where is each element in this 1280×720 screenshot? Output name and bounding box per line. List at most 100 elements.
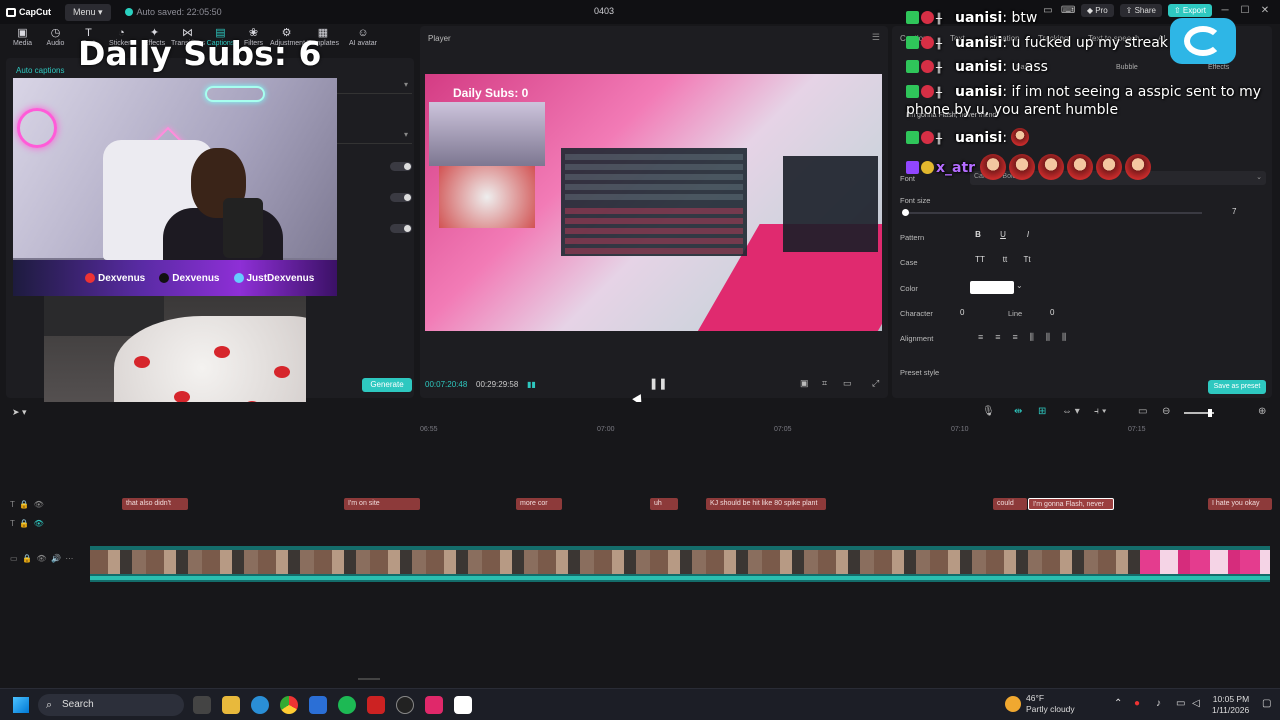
microphone	[223, 198, 263, 258]
taskbar-clock[interactable]: 10:05 PM 1/11/2026	[1212, 694, 1249, 716]
character-value[interactable]: 0	[960, 308, 964, 317]
case-upper[interactable]: TT	[972, 255, 988, 269]
toggle-2[interactable]	[390, 193, 412, 202]
autosave-status: Auto saved: 22:05:50	[124, 7, 222, 17]
video-thumbnails	[90, 550, 1270, 574]
link-icon[interactable]: ⇹	[1014, 406, 1022, 417]
preview-chat	[715, 78, 875, 134]
crop-icon[interactable]: ⌗	[822, 378, 827, 389]
snap-icon[interactable]: ⊞	[1038, 406, 1046, 417]
save-preset-button[interactable]: Save as preset	[1208, 380, 1266, 394]
task-view-icon[interactable]	[193, 696, 211, 714]
alignment-buttons[interactable]: ≡≡≡⫼⫼⫼	[978, 332, 1078, 343]
bold-button[interactable]: B	[970, 230, 986, 244]
menu-button[interactable]: Menu ▾	[65, 3, 111, 21]
language-dropdown[interactable]: ▾	[336, 80, 412, 94]
tool-ai-avatar[interactable]: ☺ AI avatar	[343, 26, 383, 56]
chrome-icon[interactable]	[280, 696, 298, 714]
app-red-icon[interactable]	[367, 696, 385, 714]
text-track-controls[interactable]: T 🔒 👁	[10, 500, 44, 509]
color-dropdown-icon[interactable]: ⌄	[1016, 281, 1023, 290]
tray-chevron-icon[interactable]: ⌃	[1114, 698, 1122, 709]
tool-media[interactable]: ▣ Media	[6, 26, 39, 56]
taskbar-search[interactable]: ⌕ Search	[38, 694, 184, 716]
video-track-controls[interactable]: ▭ 🔒 👁 🔊 ⋯	[10, 554, 73, 563]
tiktok-studio-icon[interactable]	[425, 696, 443, 714]
toggle-3[interactable]	[390, 224, 412, 233]
file-explorer-icon[interactable]	[222, 696, 240, 714]
text-track-2-controls[interactable]: T 🔒 👁	[10, 519, 44, 528]
underline-button[interactable]: U	[995, 230, 1011, 244]
youtube-icon	[85, 273, 95, 283]
font-size-slider[interactable]	[902, 209, 1202, 216]
obs-icon[interactable]	[396, 696, 414, 714]
caption-clip[interactable]: I hate you okay	[1208, 498, 1272, 510]
caption-clip[interactable]: uh	[650, 498, 678, 510]
social-youtube: Dexvenus	[85, 273, 145, 284]
caption-clip[interactable]: more cor	[516, 498, 562, 510]
notification-icon[interactable]: ▢	[1262, 698, 1271, 709]
color-swatch[interactable]	[970, 281, 1014, 294]
emote-badge-icon	[921, 36, 934, 49]
preview-scoreboard	[561, 148, 747, 256]
network-icon[interactable]: ▭	[1176, 698, 1185, 709]
windows-start-icon[interactable]	[13, 697, 29, 713]
emote-icon	[1066, 154, 1093, 180]
pause-icon[interactable]: ❚❚	[649, 377, 667, 390]
sub-badge-icon	[906, 11, 919, 24]
mic-icon[interactable]: 🎙	[982, 406, 995, 417]
ratio-icon[interactable]: ▭	[843, 378, 852, 389]
main-video-clip[interactable]	[90, 546, 1270, 582]
auto-captions-tab[interactable]: Auto captions	[16, 66, 64, 75]
player-menu-icon[interactable]: ☰	[872, 32, 880, 43]
case-lower[interactable]: tt	[997, 255, 1013, 269]
preview-axis-icon[interactable]: ⫞ ▾	[1094, 406, 1107, 417]
tiktok-icon	[159, 273, 170, 283]
model-dropdown[interactable]: ▾	[336, 130, 412, 144]
windows-taskbar: ⌕ Search 46°F Partly cloudy ⌃ ● ♪ ▭ ◁ 10…	[0, 688, 1280, 720]
tool-audio[interactable]: ◷ Audio	[39, 26, 72, 56]
split-icon[interactable]: ⇔ ▾	[1062, 406, 1080, 417]
app-icon[interactable]	[309, 696, 327, 714]
waveform-icon[interactable]: ▮▮	[527, 380, 536, 389]
spotify-icon[interactable]	[338, 696, 356, 714]
capcut-taskbar-icon[interactable]	[454, 696, 472, 714]
zoom-out-icon[interactable]: ⊖	[1162, 406, 1170, 417]
zoom-slider[interactable]	[1184, 409, 1214, 417]
weather-widget[interactable]: 46°F Partly cloudy	[1026, 693, 1075, 715]
social-tiktok: Dexvenus	[159, 273, 220, 284]
caption-clip[interactable]: could	[993, 498, 1027, 510]
weather-icon	[1005, 696, 1021, 712]
tray-app-icon[interactable]: ●	[1134, 698, 1140, 709]
caption-clip[interactable]: I'm on site	[344, 498, 420, 510]
full-quality-icon[interactable]: ▣	[800, 378, 809, 389]
italic-button[interactable]: I	[1020, 230, 1036, 244]
timeline-scrollbar[interactable]	[358, 678, 380, 680]
chat-message: ╫ uanisi: u fucked up my streak	[906, 35, 1168, 52]
edge-icon[interactable]	[251, 696, 269, 714]
font-size-slider-handle[interactable]	[902, 209, 909, 216]
volume-icon[interactable]: ◁	[1192, 698, 1200, 709]
zoom-in-icon[interactable]: ⊕	[1258, 406, 1266, 417]
selected-caption-clip[interactable]: I'm gonna Flash, never	[1028, 498, 1114, 510]
tray-bell-icon[interactable]: ♪	[1156, 698, 1161, 709]
font-size-value[interactable]: 7	[1232, 207, 1236, 216]
media-icon: ▣	[17, 27, 28, 39]
toggle-1[interactable]	[390, 162, 412, 171]
line-value[interactable]: 0	[1050, 308, 1054, 317]
neon-sign-decor	[205, 86, 265, 102]
zoom-slider-handle[interactable]	[1208, 409, 1212, 417]
emote-icon	[1037, 154, 1064, 180]
caption-clip[interactable]: KJ should be hit like 80 spike plant	[706, 498, 826, 510]
case-title[interactable]: Tt	[1019, 255, 1035, 269]
video-preview[interactable]: Daily Subs: 0	[425, 74, 882, 331]
preview-subs-text: Daily Subs: 0	[453, 86, 529, 100]
caption-clip[interactable]: that also didn't	[122, 498, 188, 510]
generate-button[interactable]: Generate	[362, 378, 412, 392]
caption-icon[interactable]: ▭	[1138, 406, 1147, 417]
strawberry-emote	[1011, 128, 1030, 146]
tick-label: 07:15	[1128, 426, 1146, 433]
daily-subs-overlay: Daily Subs: 6	[78, 34, 322, 73]
select-tool-icon[interactable]: ➤ ▾	[12, 407, 27, 418]
fullscreen-icon[interactable]: ⤢	[872, 378, 879, 389]
